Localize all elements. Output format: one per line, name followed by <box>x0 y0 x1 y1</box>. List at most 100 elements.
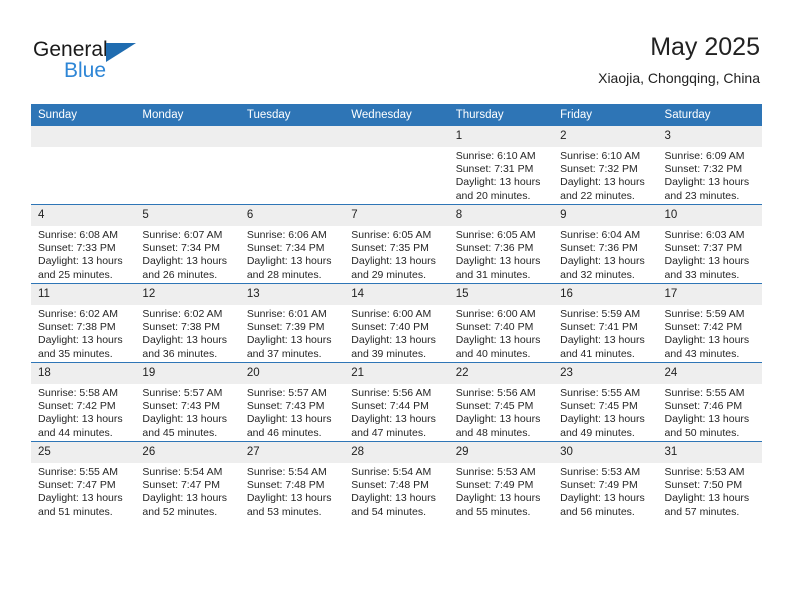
day-number <box>135 126 240 147</box>
sunrise-time: Sunrise: 6:03 AM <box>664 229 745 241</box>
daylight-duration-line2: and 40 minutes. <box>455 347 531 360</box>
daylight-duration-line1: Daylight: 13 hours <box>142 334 228 347</box>
calendar-day-cell[interactable]: 12 Sunrise: 6:02 AM Sunset: 7:38 PM Dayligh… <box>135 283 240 363</box>
day-number: 4 <box>31 205 136 226</box>
calendar-day-cell[interactable]: 13 Sunrise: 6:01 AM Sunset: 7:39 PM Dayligh… <box>239 283 345 363</box>
daylight-duration-line2: and 26 minutes. <box>142 268 218 281</box>
daylight-duration-line1: Daylight: 13 hours <box>560 492 645 505</box>
calendar-day-cell[interactable]: 10 Sunrise: 6:03 AM Sunset: 7:37 PM Dayligh… <box>657 204 762 284</box>
calendar-day-cell[interactable]: 5 Sunrise: 6:07 AM Sunset: 7:34 PM Daylight… <box>135 204 240 284</box>
calendar-day-cell[interactable]: 20 Sunrise: 5:57 AM Sunset: 7:43 PM Dayligh… <box>239 362 345 442</box>
daylight-duration-line1: Daylight: 13 hours <box>351 492 436 505</box>
calendar-day-cell[interactable]: 3 Sunrise: 6:09 AM Sunset: 7:32 PM Daylight… <box>657 126 762 205</box>
daylight-duration-line1: Daylight: 13 hours <box>560 255 645 268</box>
daylight-duration-line2: and 39 minutes. <box>351 347 426 360</box>
calendar-day-cell[interactable]: 15 Sunrise: 6:00 AM Sunset: 7:40 PM Dayligh… <box>448 283 554 363</box>
daylight-duration-line2: and 36 minutes. <box>142 347 218 360</box>
weekday-header-saturday: Saturday <box>657 104 762 126</box>
daylight-duration-line2: and 49 minutes. <box>560 426 635 439</box>
daylight-duration-line2: and 43 minutes. <box>664 347 740 360</box>
sunrise-time: Sunrise: 6:00 AM <box>455 308 536 320</box>
daylight-duration-line1: Daylight: 13 hours <box>246 334 332 347</box>
calendar-day-cell[interactable]: 23 Sunrise: 5:55 AM Sunset: 7:45 PM Dayligh… <box>553 362 658 442</box>
sunset-time: Sunset: 7:43 PM <box>142 400 221 413</box>
calendar-day-cell[interactable]: 27 Sunrise: 5:54 AM Sunset: 7:48 PM Dayligh… <box>239 441 345 520</box>
day-details: Sunrise: 6:08 AM Sunset: 7:33 PM Daylight:… <box>31 226 135 282</box>
daylight-duration-line1: Daylight: 13 hours <box>142 492 228 505</box>
daylight-duration-line2: and 23 minutes. <box>664 189 740 202</box>
day-number: 1 <box>448 126 554 147</box>
calendar-day-cell[interactable]: 30 Sunrise: 5:53 AM Sunset: 7:49 PM Dayligh… <box>553 441 658 520</box>
calendar-day-cell[interactable]: 1 Sunrise: 6:10 AM Sunset: 7:31 PM Daylight… <box>448 126 554 205</box>
logo-triangle-icon <box>106 43 136 62</box>
sunset-time: Sunset: 7:42 PM <box>664 321 743 334</box>
calendar-day-cell[interactable]: 11 Sunrise: 6:02 AM Sunset: 7:38 PM Dayligh… <box>31 283 136 363</box>
calendar-day-cell[interactable]: 26 Sunrise: 5:54 AM Sunset: 7:47 PM Dayligh… <box>135 441 240 520</box>
sunset-time: Sunset: 7:35 PM <box>351 242 429 255</box>
calendar-day-cell[interactable]: 16 Sunrise: 5:59 AM Sunset: 7:41 PM Dayligh… <box>553 283 658 363</box>
day-number: 12 <box>135 284 240 305</box>
daylight-duration-line1: Daylight: 13 hours <box>455 492 541 505</box>
calendar-day-cell[interactable]: 25 Sunrise: 5:55 AM Sunset: 7:47 PM Dayligh… <box>31 441 136 520</box>
title-block: May 2025 Xiaojia, Chongqing, China <box>598 32 760 88</box>
general-blue-logo[interactable]: General Blue <box>33 38 193 86</box>
calendar-day-cell[interactable]: 6 Sunrise: 6:06 AM Sunset: 7:34 PM Daylight… <box>239 204 345 284</box>
sunset-time: Sunset: 7:45 PM <box>560 400 638 413</box>
calendar-day-cell[interactable]: 17 Sunrise: 5:59 AM Sunset: 7:42 PM Dayligh… <box>657 283 762 363</box>
day-number <box>239 126 345 147</box>
calendar-day-cell[interactable]: 18 Sunrise: 5:58 AM Sunset: 7:42 PM Dayligh… <box>31 362 136 442</box>
day-number: 5 <box>135 205 240 226</box>
calendar-day-cell[interactable]: 9 Sunrise: 6:04 AM Sunset: 7:36 PM Daylight… <box>553 204 658 284</box>
day-number: 30 <box>553 442 658 463</box>
daylight-duration-line1: Daylight: 13 hours <box>664 255 750 268</box>
calendar-day-cell[interactable]: 19 Sunrise: 5:57 AM Sunset: 7:43 PM Dayligh… <box>135 362 240 442</box>
sunrise-time: Sunrise: 6:02 AM <box>38 308 118 320</box>
calendar-day-cell[interactable]: 21 Sunrise: 5:56 AM Sunset: 7:44 PM Dayligh… <box>344 362 449 442</box>
calendar-day-cell[interactable]: 4 Sunrise: 6:08 AM Sunset: 7:33 PM Daylight… <box>31 204 136 284</box>
day-number: 27 <box>239 442 345 463</box>
calendar-day-cell[interactable]: 14 Sunrise: 6:00 AM Sunset: 7:40 PM Dayligh… <box>344 283 449 363</box>
sunrise-time: Sunrise: 6:07 AM <box>142 229 223 241</box>
sunrise-time: Sunrise: 5:58 AM <box>38 387 118 399</box>
day-number: 29 <box>448 442 554 463</box>
sunset-time: Sunset: 7:39 PM <box>246 321 325 334</box>
sunrise-time: Sunrise: 5:54 AM <box>351 466 432 478</box>
day-details: Sunrise: 6:02 AM Sunset: 7:38 PM Daylight:… <box>31 305 135 361</box>
sunset-time: Sunset: 7:47 PM <box>142 479 221 492</box>
calendar-day-cell[interactable]: 24 Sunrise: 5:55 AM Sunset: 7:46 PM Dayligh… <box>657 362 762 442</box>
sunset-time: Sunset: 7:32 PM <box>664 163 743 176</box>
daylight-duration-line1: Daylight: 13 hours <box>560 413 645 426</box>
daylight-duration-line1: Daylight: 13 hours <box>560 176 645 189</box>
page-subtitle-location: Xiaojia, Chongqing, China <box>598 70 760 86</box>
sunset-time: Sunset: 7:32 PM <box>560 163 638 176</box>
calendar-page: General Blue May 2025 Xiaojia, Chongqing… <box>0 0 792 612</box>
weekday-header-monday: Monday <box>135 104 240 126</box>
calendar-week-row: 11 Sunrise: 6:02 AM Sunset: 7:38 PM Dayligh… <box>31 283 762 363</box>
day-number: 23 <box>553 363 658 384</box>
day-details: Sunrise: 5:55 AM Sunset: 7:45 PM Daylight:… <box>553 384 657 440</box>
daylight-duration-line1: Daylight: 13 hours <box>246 413 332 426</box>
daylight-duration-line1: Daylight: 13 hours <box>142 255 228 268</box>
sunset-time: Sunset: 7:44 PM <box>351 400 429 413</box>
calendar-day-cell[interactable]: 31 Sunrise: 5:53 AM Sunset: 7:50 PM Dayligh… <box>657 441 762 520</box>
sunrise-time: Sunrise: 6:05 AM <box>455 229 536 241</box>
sunrise-time: Sunrise: 6:10 AM <box>560 150 641 162</box>
calendar-day-cell[interactable]: 28 Sunrise: 5:54 AM Sunset: 7:48 PM Dayligh… <box>344 441 449 520</box>
day-number: 17 <box>657 284 762 305</box>
calendar-day-cell[interactable]: 29 Sunrise: 5:53 AM Sunset: 7:49 PM Dayligh… <box>448 441 554 520</box>
daylight-duration-line1: Daylight: 13 hours <box>455 176 541 189</box>
daylight-duration-line1: Daylight: 13 hours <box>351 334 436 347</box>
daylight-duration-line2: and 25 minutes. <box>38 268 113 281</box>
sunset-time: Sunset: 7:41 PM <box>560 321 638 334</box>
calendar-day-cell[interactable]: 8 Sunrise: 6:05 AM Sunset: 7:36 PM Daylight… <box>448 204 554 284</box>
day-number: 21 <box>344 363 449 384</box>
calendar-day-cell[interactable]: 7 Sunrise: 6:05 AM Sunset: 7:35 PM Daylight… <box>344 204 449 284</box>
calendar-day-cell[interactable]: 2 Sunrise: 6:10 AM Sunset: 7:32 PM Daylight… <box>553 126 658 205</box>
weekday-header-wednesday: Wednesday <box>344 104 449 126</box>
sunrise-time: Sunrise: 5:54 AM <box>246 466 327 478</box>
sunrise-sunset-calendar: Sunday Monday Tuesday Wednesday Thursday Frid… <box>31 104 762 520</box>
daylight-duration-line1: Daylight: 13 hours <box>664 413 750 426</box>
daylight-duration-line2: and 50 minutes. <box>664 426 740 439</box>
calendar-day-cell[interactable]: 22 Sunrise: 5:56 AM Sunset: 7:45 PM Dayligh… <box>448 362 554 442</box>
day-number: 31 <box>657 442 762 463</box>
